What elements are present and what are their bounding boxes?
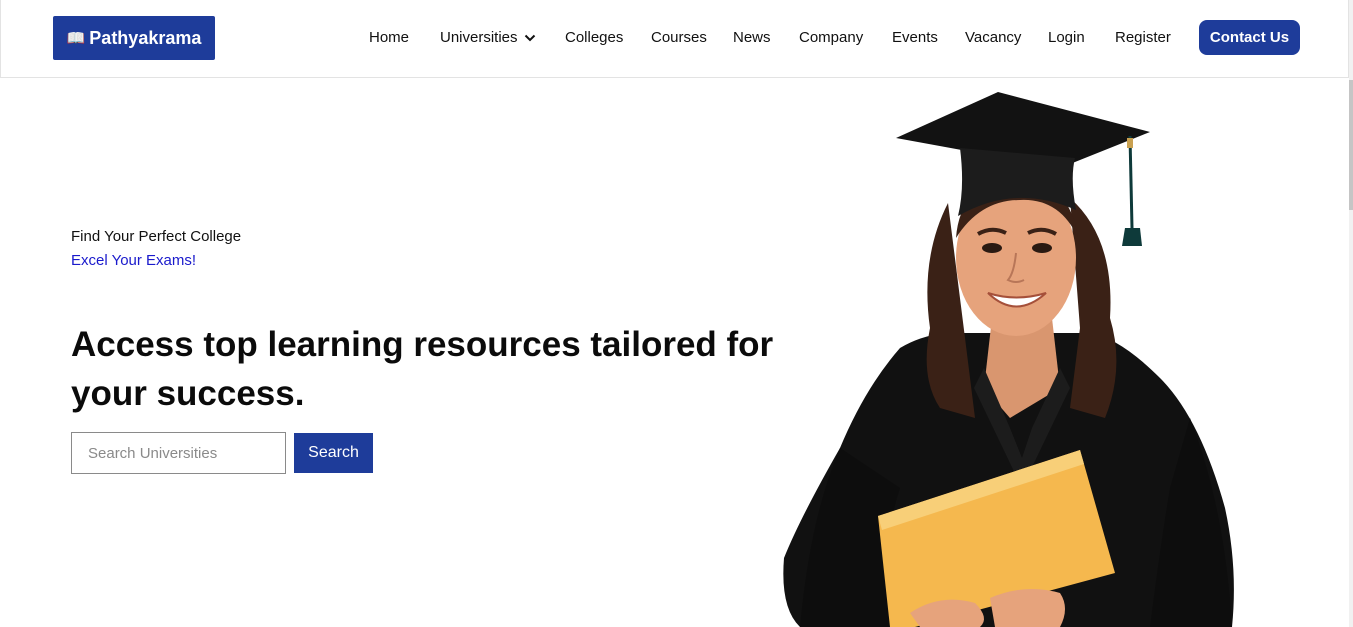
search-universities-input[interactable] [71,432,286,474]
chevron-down-icon [524,34,535,42]
nav-colleges[interactable]: Colleges [565,29,623,46]
search-button[interactable]: Search [294,433,373,473]
nav-login[interactable]: Login [1048,29,1085,46]
site-header: 📖 Pathyakrama Home Universities Colleges… [0,0,1349,78]
page: 📖 Pathyakrama Home Universities Colleges… [0,0,1353,627]
nav-home[interactable]: Home [369,29,409,46]
nav-courses[interactable]: Courses [651,29,707,46]
hero-subtagline: Excel Your Exams! [71,252,197,269]
main-nav: Home Universities Colleges Courses News … [1,0,1348,78]
nav-universities-label: Universities [440,29,518,46]
hero-headline: Access top learning resources tailored f… [71,325,774,413]
contact-us-button[interactable]: Contact Us [1199,20,1300,55]
scrollbar-thumb[interactable] [1349,80,1353,210]
nav-register[interactable]: Register [1115,29,1171,46]
nav-vacancy[interactable]: Vacancy [965,29,1021,46]
hero-tagline: Find Your Perfect College [71,228,242,245]
nav-news[interactable]: News [733,29,771,46]
graduate-student-photo [783,92,1234,627]
nav-universities[interactable]: Universities [440,29,536,46]
nav-events[interactable]: Events [892,29,938,46]
scrollbar[interactable] [1349,0,1353,627]
nav-company[interactable]: Company [799,29,863,46]
